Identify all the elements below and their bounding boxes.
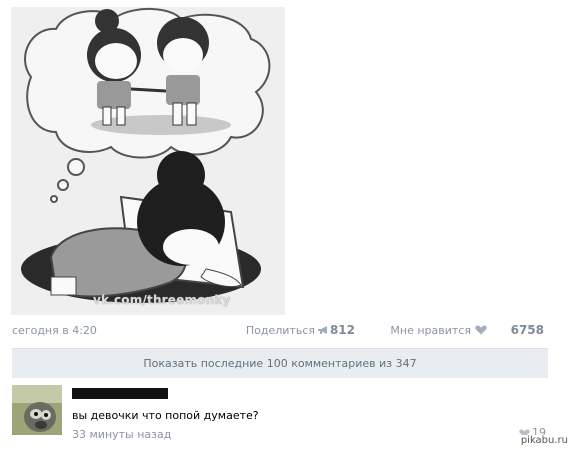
comment-time[interactable]: 33 минуты назад — [72, 428, 171, 441]
show-comments-button[interactable]: Показать последние 100 комментариев из 3… — [12, 348, 548, 378]
heart-icon[interactable] — [475, 325, 487, 335]
share-count: 812 — [329, 323, 355, 337]
author-name-redacted — [72, 388, 168, 399]
avatar-image — [12, 385, 62, 435]
avatar[interactable] — [12, 385, 62, 435]
post-image[interactable]: vk.com/threemonky — [11, 7, 285, 315]
like-button[interactable]: Мне нравится — [390, 324, 471, 337]
comment-text: вы девочки что попой думаете? — [72, 409, 259, 422]
share-button[interactable]: Поделиться — [246, 324, 315, 337]
post-meta-row: сегодня в 4:20 Поделиться 812 Мне нравит… — [12, 322, 548, 340]
post-date[interactable]: сегодня в 4:20 — [12, 324, 97, 337]
like-count: 6758 — [510, 323, 544, 337]
megaphone-icon[interactable] — [317, 325, 329, 335]
comment-item: вы девочки что попой думаете? 33 минуты … — [12, 385, 572, 445]
image-watermark: vk.com/threemonky — [93, 293, 231, 307]
site-watermark: pikabu.ru — [518, 435, 570, 446]
comic-illustration — [11, 7, 285, 315]
